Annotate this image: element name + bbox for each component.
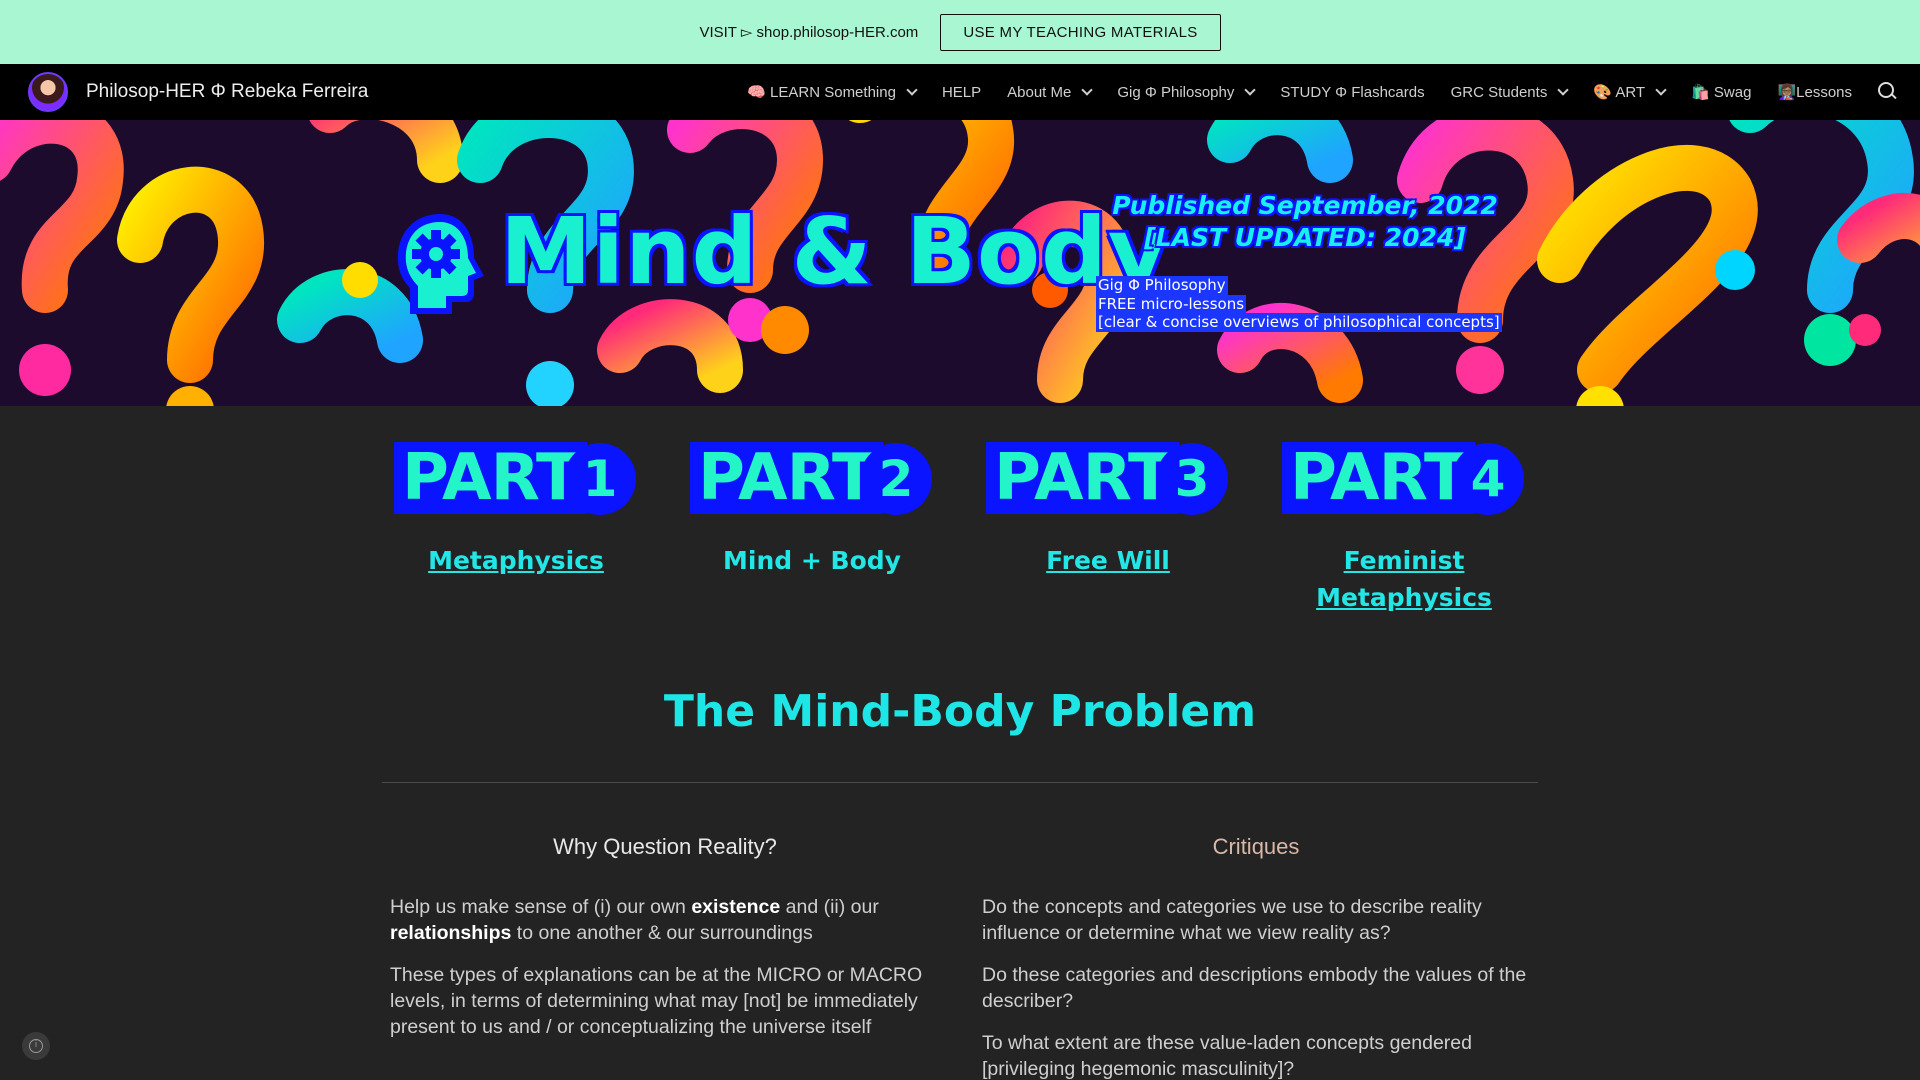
critique-paragraph: Do the concepts and categories we use to… <box>982 896 1482 944</box>
free-will-link[interactable]: Free Will <box>988 542 1228 579</box>
bold-term-existence: existence <box>691 896 781 918</box>
chevron-down-icon[interactable] <box>1244 84 1257 96</box>
feminist-metaphysics-link[interactable]: Feminist Metaphysics <box>1284 542 1524 616</box>
part-number: 2 <box>860 443 932 515</box>
top-nav: Philosop-HER Φ Rebeka Ferreira 🧠 LEARN S… <box>0 64 1920 120</box>
critiques-heading: Critiques <box>1212 834 1300 859</box>
chevron-down-icon[interactable] <box>1557 84 1569 96</box>
nav-item-label: About Me <box>1007 83 1072 101</box>
part-4-badge[interactable]: PART 4 <box>1282 442 1532 516</box>
nav-item-label: HELP <box>941 83 982 101</box>
part-word: PART <box>1282 442 1475 514</box>
site-title[interactable]: Philosop-HER Φ Rebeka Ferreira <box>86 81 368 103</box>
nav-item-label: 🎨 ART <box>1593 84 1646 101</box>
info-icon: i <box>29 1039 43 1053</box>
left-paragraph: These types of explanations can be at th… <box>390 964 923 1038</box>
nav-item-help[interactable]: HELP <box>942 84 981 101</box>
banner-shop-text[interactable]: VISIT ▻ shop.philosop-HER.com <box>699 23 918 41</box>
published-date: Published September, 2022 [LAST UPDATED:… <box>1112 191 1498 252</box>
teaching-materials-button[interactable]: USE MY TEACHING MATERIALS <box>940 13 1221 51</box>
section-title: The Mind-Body Problem <box>663 686 1257 737</box>
nav-item-label: 🧠 LEARN Something <box>747 84 896 101</box>
nav-item-label: GRC Students <box>1450 83 1548 101</box>
nav-item-about[interactable]: About Me <box>1007 83 1094 101</box>
part-1-badge[interactable]: PART 1 <box>394 442 644 516</box>
micro-line: Gig Φ Philosophy <box>1096 276 1228 295</box>
part-3-badge[interactable]: PART 3 <box>986 442 1236 516</box>
micro-line: FREE micro-lessons <box>1096 294 1247 313</box>
part-number: 4 <box>1452 443 1524 515</box>
nav-item-label: Gig Φ Philosophy <box>1117 83 1235 101</box>
part-number: 1 <box>564 443 636 515</box>
text-run: and (ii) our <box>780 896 879 918</box>
nav-item-label: 👩🏽‍🏫Lessons <box>1777 84 1852 101</box>
site-logo-avatar[interactable] <box>28 72 68 112</box>
head-gear-icon <box>397 214 484 314</box>
chevron-down-icon[interactable] <box>1081 84 1094 96</box>
hero-title: Mind & Body <box>498 196 1171 308</box>
nav-item-gig-philosophy[interactable]: Gig Φ Philosophy <box>1117 83 1257 101</box>
chevron-down-icon[interactable] <box>1655 84 1667 96</box>
micro-line: [clear & concise overviews of philosophi… <box>1096 313 1502 332</box>
why-question-reality-heading: Why Question Reality? <box>553 834 777 859</box>
left-column-text: Help us make sense of (i) our own existe… <box>390 894 930 1056</box>
metaphysics-link[interactable]: Metaphysics <box>396 542 636 579</box>
nav-item-label: STUDY Φ Flashcards <box>1280 83 1425 101</box>
text-run: to one another & our surroundings <box>511 922 813 944</box>
part-word: PART <box>690 442 883 514</box>
critique-paragraph: Do these categories and descriptions emb… <box>982 964 1527 1012</box>
hero-banner: Mind & Body Published September, 2022 [L… <box>0 120 1920 406</box>
nav-menu: 🧠 LEARN Something HELP About Me Gig Φ Ph… <box>747 64 1920 120</box>
nav-item-swag[interactable]: 🛍️ Swag <box>1691 83 1751 101</box>
nav-item-grc-students[interactable]: GRC Students <box>1450 83 1569 101</box>
part-number: 3 <box>1156 443 1228 515</box>
chevron-down-icon[interactable] <box>906 84 918 96</box>
part-2-badge[interactable]: PART 2 <box>690 442 940 516</box>
nav-item-lessons[interactable]: 👩🏽‍🏫Lessons <box>1777 83 1852 101</box>
nav-item-learn[interactable]: 🧠 LEARN Something <box>747 83 918 101</box>
announcement-banner: VISIT ▻ shop.philosop-HER.com USE MY TEA… <box>0 0 1920 64</box>
part-word: PART <box>394 442 587 514</box>
nav-item-label: 🛍️ Swag <box>1691 84 1752 101</box>
text-run: Help us make sense of (i) our own <box>390 896 692 918</box>
critique-paragraph: To what extent are these value-laden con… <box>982 1032 1472 1080</box>
left-paragraph: Help us make sense of (i) our own existe… <box>390 894 930 946</box>
part-word: PART <box>986 442 1179 514</box>
divider <box>382 782 1538 783</box>
site-info-button[interactable]: i <box>22 1032 50 1060</box>
bold-term-relationships: relationships <box>390 922 512 944</box>
micro-lessons-caption: Gig Φ Philosophy FREE micro-lessons [cle… <box>1096 276 1502 332</box>
nav-item-flashcards[interactable]: STUDY Φ Flashcards <box>1280 84 1424 101</box>
search-icon[interactable] <box>1878 82 1898 102</box>
mind-body-label: Mind + Body <box>723 546 901 575</box>
nav-item-art[interactable]: 🎨 ART <box>1593 83 1667 101</box>
right-column-text: Do the concepts and categories we use to… <box>982 894 1542 1080</box>
